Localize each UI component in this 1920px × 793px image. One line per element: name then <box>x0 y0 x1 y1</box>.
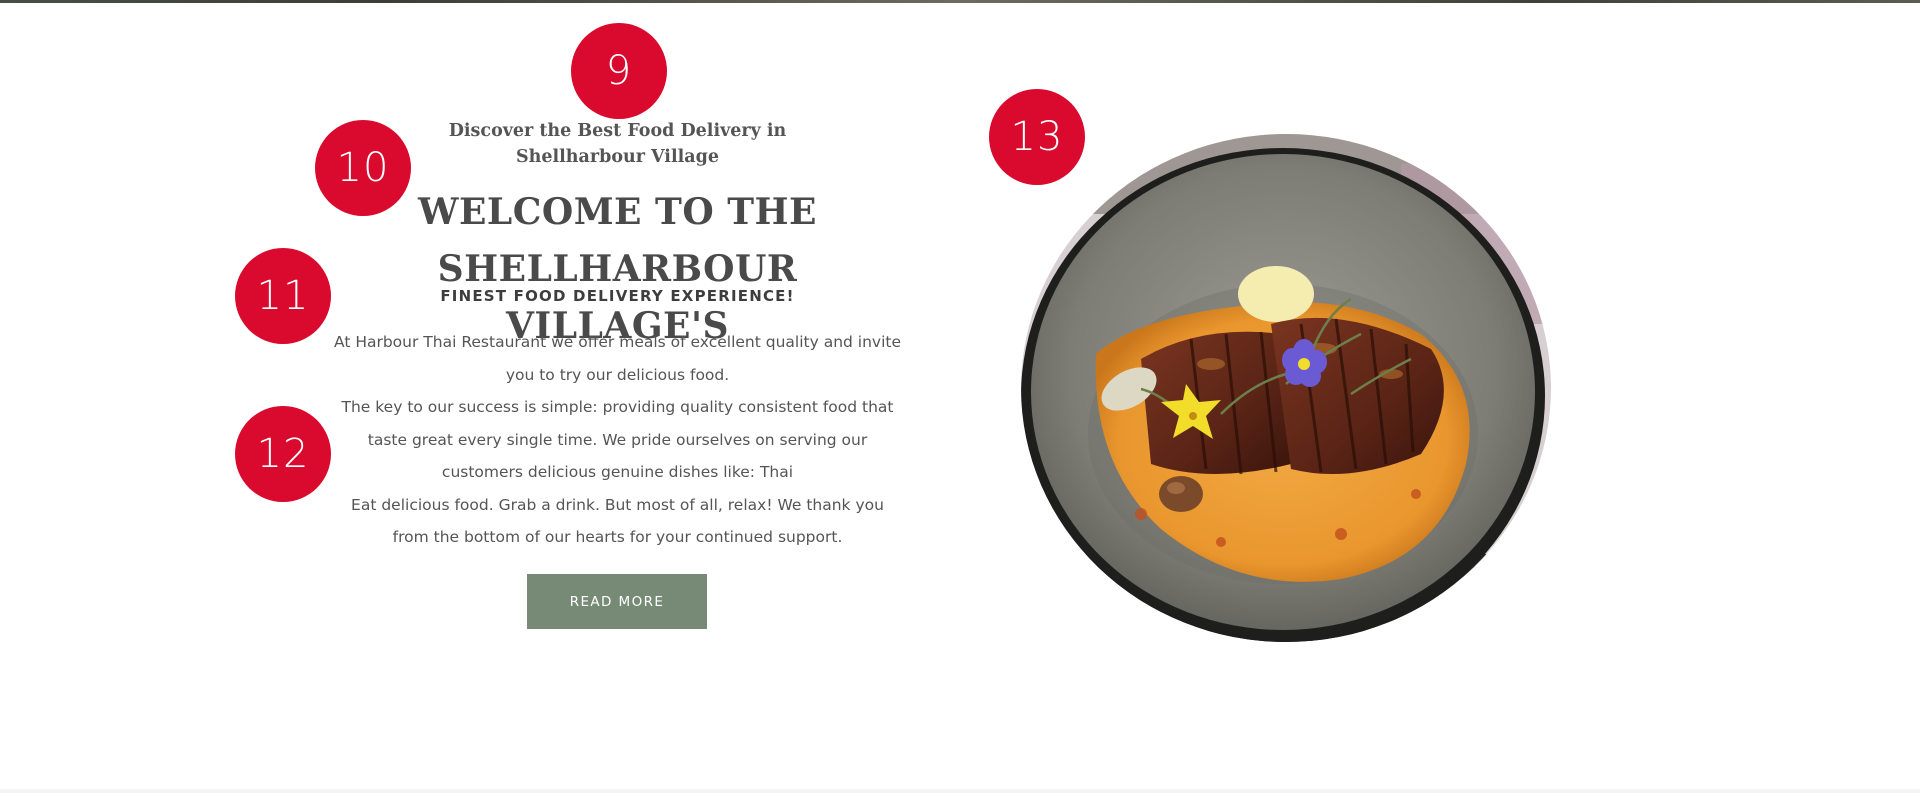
step-badge-12: 12 <box>235 406 331 502</box>
eyebrow-line: Discover the Best Food Delivery in <box>448 121 787 141</box>
body-line: The key to our success is simple: provid… <box>341 398 894 416</box>
body-paragraph: Eat delicious food. Grab a drink. But mo… <box>330 489 905 554</box>
section-divider <box>0 789 1920 793</box>
body-line: customers delicious genuine dishes like:… <box>441 463 794 481</box>
intro-body: At Harbour Thai Restaurant we offer meal… <box>330 326 905 554</box>
body-line: from the bottom of our hearts for your c… <box>392 528 843 546</box>
eyebrow-line: Shellharbour Village <box>516 147 719 167</box>
body-line: At Harbour Thai Restaurant we offer meal… <box>333 333 902 351</box>
read-more-button[interactable]: READ MORE <box>527 574 707 629</box>
body-paragraph: The key to our success is simple: provid… <box>330 391 905 489</box>
hero-image-bottom-edge <box>0 0 1920 3</box>
intro-subhead: FINEST FOOD DELIVERY EXPERIENCE! <box>440 287 795 305</box>
body-line: Eat delicious food. Grab a drink. But mo… <box>351 495 884 514</box>
step-badge-9: 9 <box>571 23 667 119</box>
step-badge-11: 11 <box>235 248 331 344</box>
body-paragraph: At Harbour Thai Restaurant we offer meal… <box>330 326 905 391</box>
body-line: taste great every single time. We pride … <box>367 430 868 449</box>
food-image <box>1021 134 1551 642</box>
body-line: you to try our delicious food. <box>505 365 730 384</box>
intro-eyebrow: Discover the Best Food Delivery in Shell… <box>330 118 905 170</box>
headline-line: WELCOME TO THE <box>418 191 817 233</box>
